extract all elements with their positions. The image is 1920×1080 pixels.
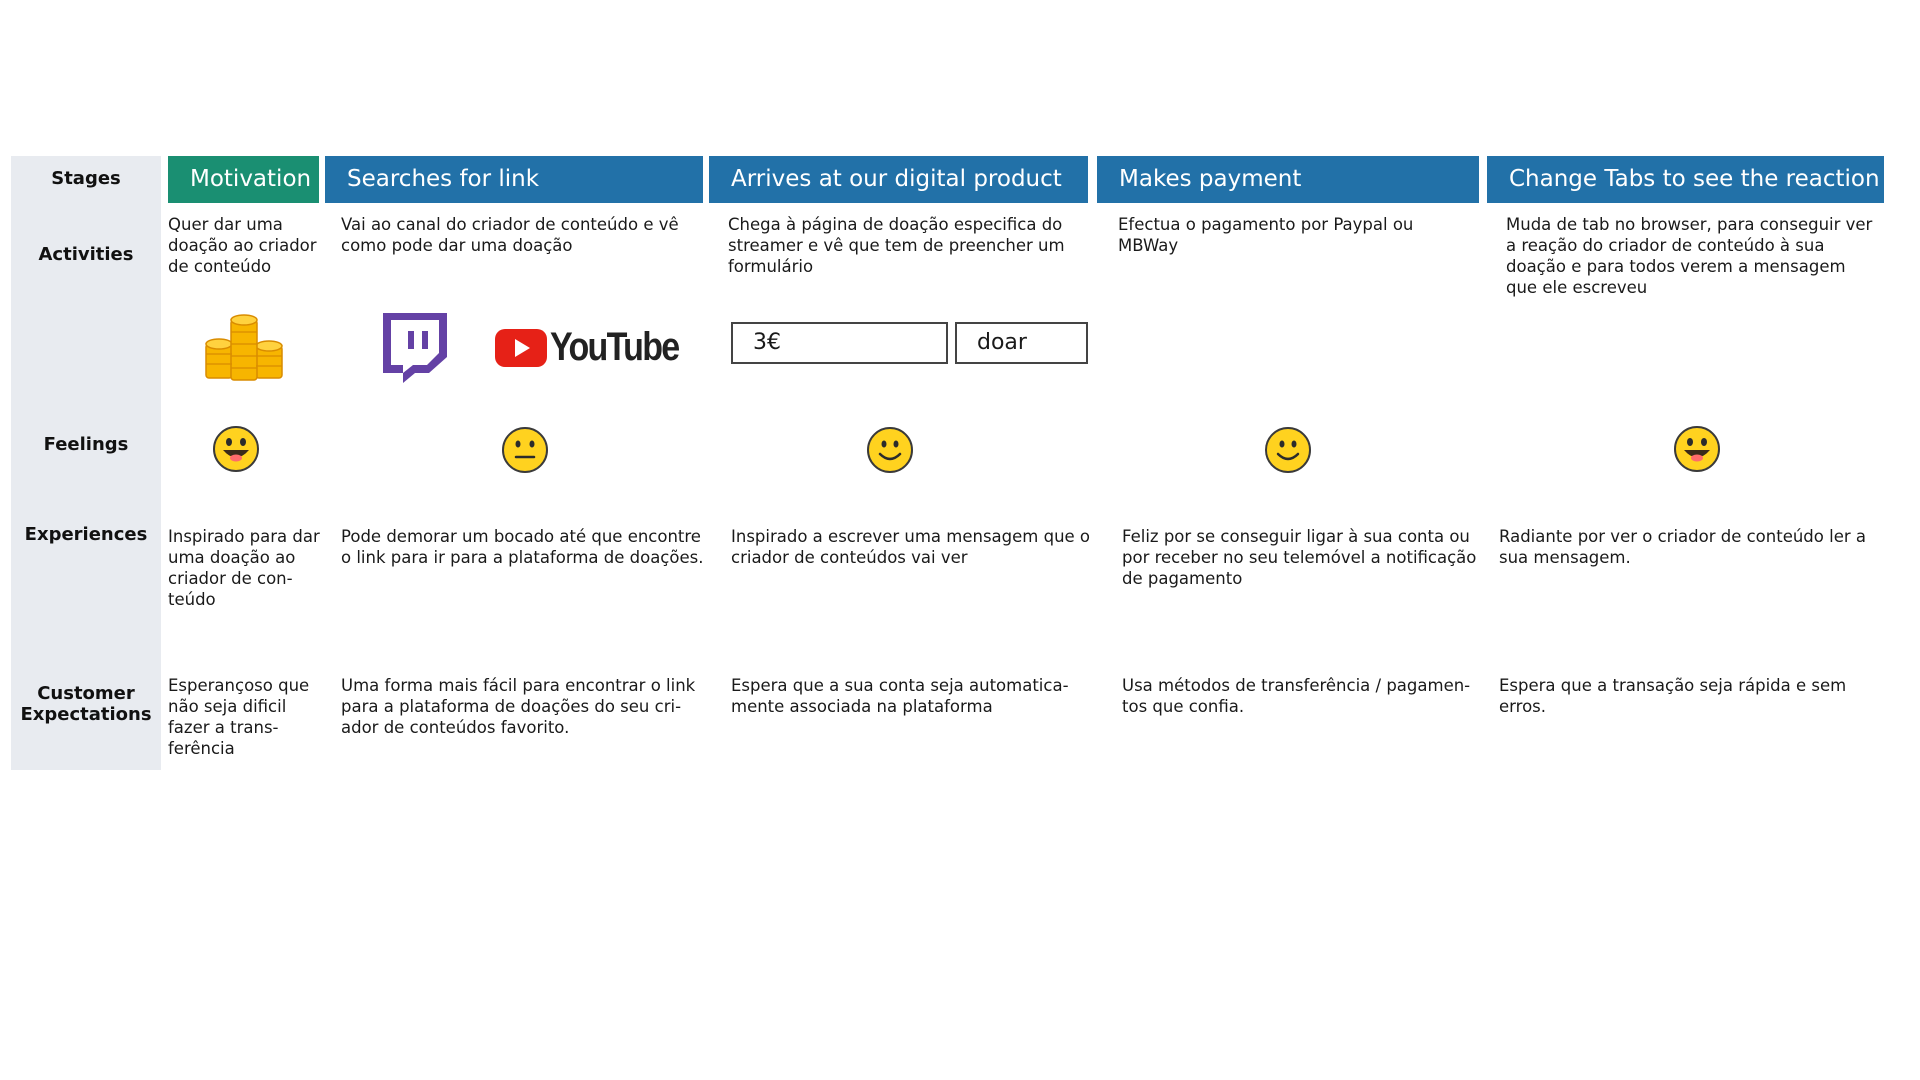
expectation-motivation: Esperançoso que não seja dificil fazer a… [168, 676, 310, 758]
stage-header-makes-payment: Makes payment [1097, 156, 1479, 203]
experience-makes-payment: Feliz por se conseguir ligar à sua conta… [1122, 527, 1477, 588]
experience-searches-for-link: Pode demorar um bocado até que encontre … [341, 527, 704, 567]
youtube-wordmark: YouTube [550, 325, 680, 369]
activity-searches-for-link: Vai ao canal do criador de conteúdo e vê… [341, 215, 679, 255]
neutral-face-icon [502, 427, 548, 473]
smiling-face-icon [867, 427, 913, 473]
experience-arrives-at-product: Inspirado a escrever uma mensagem que o … [731, 527, 1091, 567]
expectation-change-tabs: Espera que a transação seja rápida e sem… [1499, 676, 1847, 716]
row-label-activities: Activities [38, 244, 134, 265]
stage-header-change-tabs: Change Tabs to see the reaction [1487, 156, 1884, 203]
activity-motivation: Quer dar uma doação ao criador de conteú… [168, 215, 317, 276]
activity-change-tabs: Muda de tab no browser, para conseguir v… [1506, 215, 1873, 297]
experience-change-tabs: Radiante por ver o criador de conteúdo l… [1499, 527, 1866, 567]
row-label-feelings: Feelings [43, 434, 129, 455]
expectation-searches-for-link: Uma forma mais fácil para encontrar o li… [341, 676, 696, 737]
donate-button[interactable]: doar [955, 322, 1088, 364]
youtube-play-icon [495, 329, 547, 367]
expectation-arrives-at-product: Espera que a sua conta seja automatica-m… [731, 676, 1069, 716]
happy-tongue-icon [213, 426, 259, 472]
happy-tongue-icon [1674, 426, 1720, 472]
row-label-stages: Stages [51, 168, 121, 189]
stage-header-searches-for-link: Searches for link [325, 156, 703, 203]
gold-coins-icon [205, 314, 283, 381]
activity-arrives-at-product: Chega à página de doação especifica do s… [728, 215, 1065, 276]
stage-header-arrives-at-product: Arrives at our digital product [709, 156, 1088, 203]
activity-makes-payment: Efectua o pagamento por Paypal ou MBWay [1118, 215, 1414, 255]
donation-amount-field[interactable]: 3€ [731, 322, 948, 364]
expectation-makes-payment: Usa métodos de transferência / pagamen-t… [1122, 676, 1471, 716]
smiling-face-icon [1265, 427, 1311, 473]
twitch-logo-icon [383, 313, 447, 383]
row-label-experiences: Experiences [24, 524, 148, 545]
stage-header-motivation: Motivation [168, 156, 319, 203]
experience-motivation: Inspirado para dar uma doação ao criador… [168, 527, 320, 609]
row-label-customer-expectations: Customer Expectations [20, 683, 152, 725]
